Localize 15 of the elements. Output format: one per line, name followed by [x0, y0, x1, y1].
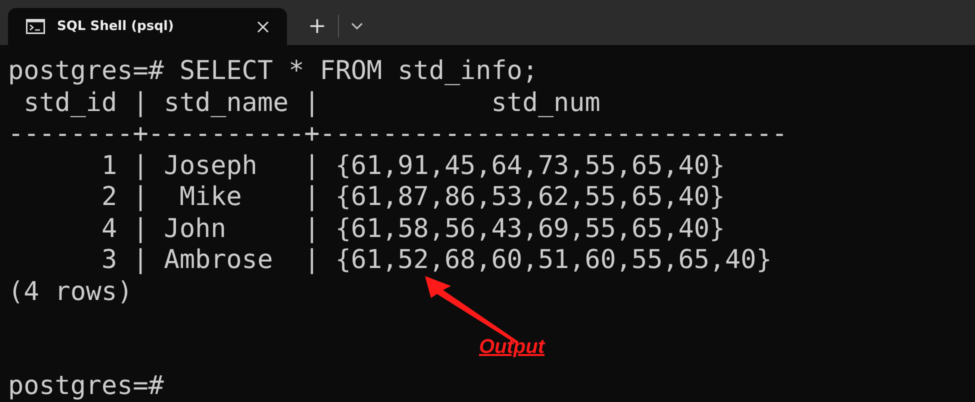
terminal-line: std_id | std_name | std_num	[22, 88, 600, 118]
terminal-line: 2 | Mike | {61,87,86,53,62,55,65,40}	[100, 182, 726, 212]
terminal-line: (4 rows)	[8, 276, 133, 306]
terminal-line: postgres=# SELECT * FROM std_info;	[8, 56, 538, 86]
terminal-line: 3 | Ambrose | {61,52,68,60,51,60,55,65,40}	[100, 245, 772, 275]
tab[interactable]: SQL Shell (psql)	[8, 8, 287, 45]
terminal-icon	[26, 19, 45, 34]
terminal-prompt: postgres=#	[8, 371, 164, 401]
terminal-line: --------+----------+------------------------------	[8, 119, 788, 149]
terminal-line: 4 | John | {61,58,56,43,69,55,65,40}	[100, 214, 726, 244]
terminal-line: 1 | Joseph | {61,91,45,64,73,55,65,40}	[100, 150, 726, 180]
annotation-label: Output	[479, 336, 545, 359]
chevron-down-icon[interactable]	[351, 22, 364, 30]
close-icon[interactable]	[257, 20, 269, 32]
new-tab-button[interactable]: +	[300, 8, 334, 45]
